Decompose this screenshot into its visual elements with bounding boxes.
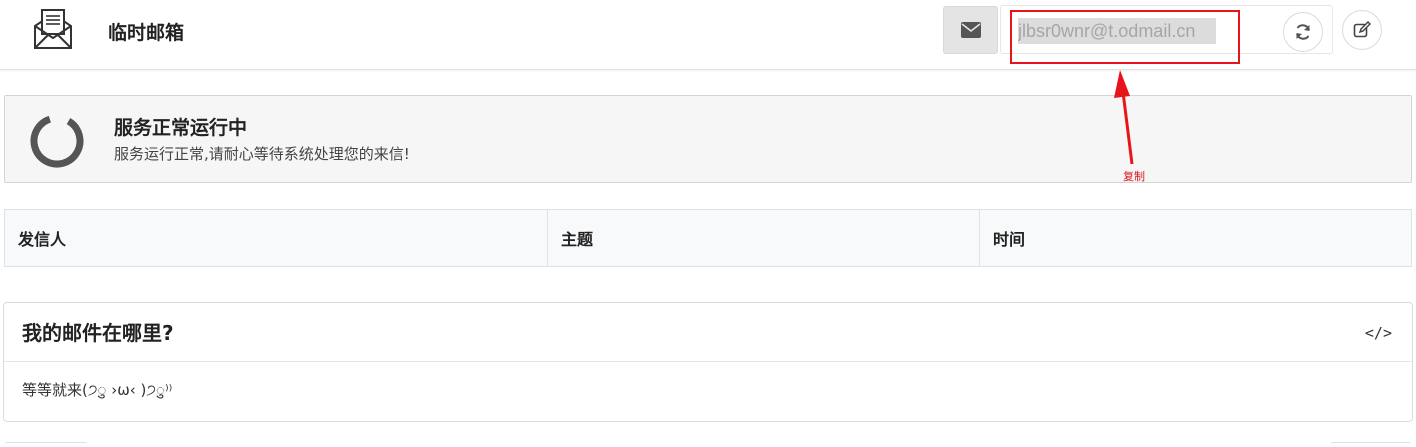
card-body-text: 等等就来(੭ु ›ω‹ )੭ु⁾⁾ (22, 381, 173, 399)
status-description: 服务运行正常,请耐心等待系统处理您的来信! (114, 145, 410, 163)
next-card-edge-left (4, 442, 88, 447)
card-header: 我的邮件在哪里? </> (4, 303, 1412, 362)
column-header-subject[interactable]: 主题 (548, 210, 980, 266)
app-title: 临时邮箱 (108, 22, 185, 44)
column-header-sender[interactable]: 发信人 (5, 210, 548, 266)
column-header-time[interactable]: 时间 (980, 210, 1411, 266)
status-title: 服务正常运行中 (114, 117, 248, 139)
mail-table-header: 发信人 主题 时间 (4, 209, 1412, 267)
info-card: 我的邮件在哪里? </> 等等就来(੭ु ›ω‹ )੭ु⁾⁾ (3, 302, 1413, 422)
refresh-button[interactable] (1283, 12, 1323, 52)
refresh-icon (1296, 24, 1310, 40)
code-toggle-icon[interactable]: </> (1365, 324, 1392, 342)
card-title: 我的邮件在哪里? (22, 321, 174, 345)
envelope-icon (960, 22, 981, 38)
next-card-edge-right (1330, 442, 1412, 447)
loading-spinner-icon (30, 114, 84, 168)
mail-button[interactable] (943, 6, 998, 54)
edit-icon (1353, 21, 1371, 38)
annotation-highlight-box (1010, 10, 1240, 64)
annotation-copy-note: 复制 (1123, 170, 1145, 183)
envelope-letter-icon (34, 9, 72, 49)
edit-button[interactable] (1342, 10, 1382, 50)
